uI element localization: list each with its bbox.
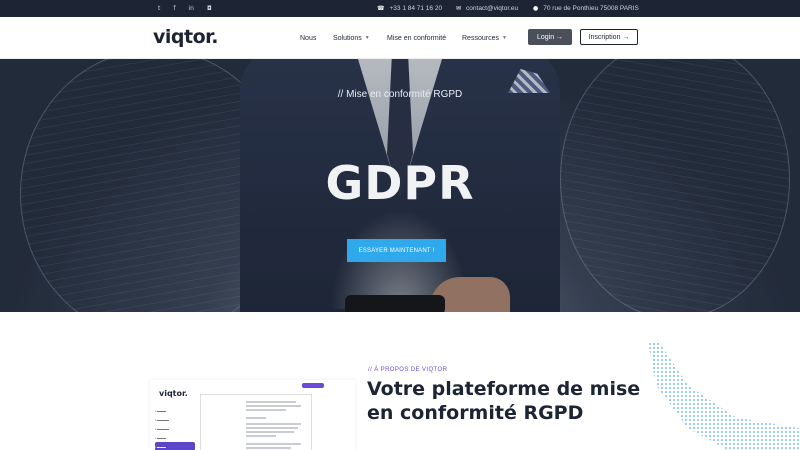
nav-item-solutions[interactable]: Solutions ▼	[333, 17, 370, 59]
phone-icon: ☎	[377, 5, 385, 12]
platform-screenshot: viqtor. ▪ ▬▬▬ ▪ ▬▬▬▬ ▪ ▬▬▬▬ ▪ ▬▬▬ ▪ ▬▬▬	[150, 380, 355, 450]
main-navbar: viqtor. Nous Solutions ▼ Mise en conform…	[0, 17, 800, 59]
mock-logo: viqtor.	[159, 389, 188, 398]
mail-icon: ✉	[456, 5, 462, 12]
nav-item-nous[interactable]: Nous	[300, 17, 316, 59]
about-title: Votre plateforme de mise en conformité R…	[367, 378, 641, 424]
try-now-button[interactable]: ESSAYER MAINTENANT !	[347, 239, 446, 262]
hero-banner: // Mise en conformité RGPD GDPR ESSAYER …	[0, 59, 800, 312]
chevron-down-icon: ▼	[501, 35, 507, 41]
nav-label: Nous	[300, 34, 317, 42]
linkedin-icon[interactable]: in	[188, 5, 193, 12]
nav-label: Mise en conformité	[387, 34, 447, 42]
nav-label: Solutions	[333, 34, 362, 42]
contact-phone[interactable]: ☎ +33 1 84 71 16 20	[377, 0, 442, 17]
address-text: 70 rue de Ponthieu 75008 PARIS	[543, 5, 639, 12]
mock-sidebar-item: ▪ ▬▬▬	[155, 408, 166, 413]
login-button[interactable]: Login →	[528, 29, 572, 45]
top-bar: t f in ◘ ☎ +33 1 84 71 16 20 ✉ contact@v…	[0, 0, 800, 17]
chevron-down-icon: ▼	[364, 35, 370, 41]
social-links: t f in ◘	[158, 0, 225, 17]
email-text: contact@viqtor.eu	[466, 5, 519, 12]
contact-address: ● 70 rue de Ponthieu 75008 PARIS	[533, 0, 639, 17]
facebook-icon[interactable]: f	[173, 5, 175, 12]
mock-sidebar-item: ▪ ▬▬▬	[155, 435, 166, 440]
mock-sidebar-item: ▪ ▬▬▬▬	[155, 426, 169, 431]
contact-email[interactable]: ✉ contact@viqtor.eu	[456, 0, 518, 17]
signup-button[interactable]: Inscription →	[580, 29, 638, 45]
hero-subtitle: // Mise en conformité RGPD	[337, 89, 463, 100]
hero-title: GDPR	[325, 156, 475, 210]
mock-sidebar-item: ▪ ▬▬▬▬	[155, 417, 169, 422]
phone-text: +33 1 84 71 16 20	[389, 5, 443, 12]
decorative-dot-wave	[648, 342, 800, 450]
mock-top-button	[302, 383, 324, 388]
nav-item-ressources[interactable]: Ressources ▼	[462, 17, 507, 59]
mock-document	[200, 394, 312, 450]
site-logo[interactable]: viqtor.	[153, 26, 219, 48]
about-kicker: // À PROPOS DE VIQTOR	[368, 367, 448, 373]
location-pin-icon: ●	[533, 5, 539, 12]
nav-label: Ressources	[462, 34, 499, 42]
twitter-icon[interactable]: t	[158, 5, 160, 12]
mock-sidebar: ▪ ▬▬▬ ▪ ▬▬▬▬ ▪ ▬▬▬▬ ▪ ▬▬▬ ▪ ▬▬▬	[155, 406, 195, 450]
nav-item-conformite[interactable]: Mise en conformité	[387, 17, 446, 59]
instagram-icon[interactable]: ◘	[207, 5, 212, 12]
mock-sidebar-item-active: ▪ ▬▬▬	[155, 442, 195, 450]
